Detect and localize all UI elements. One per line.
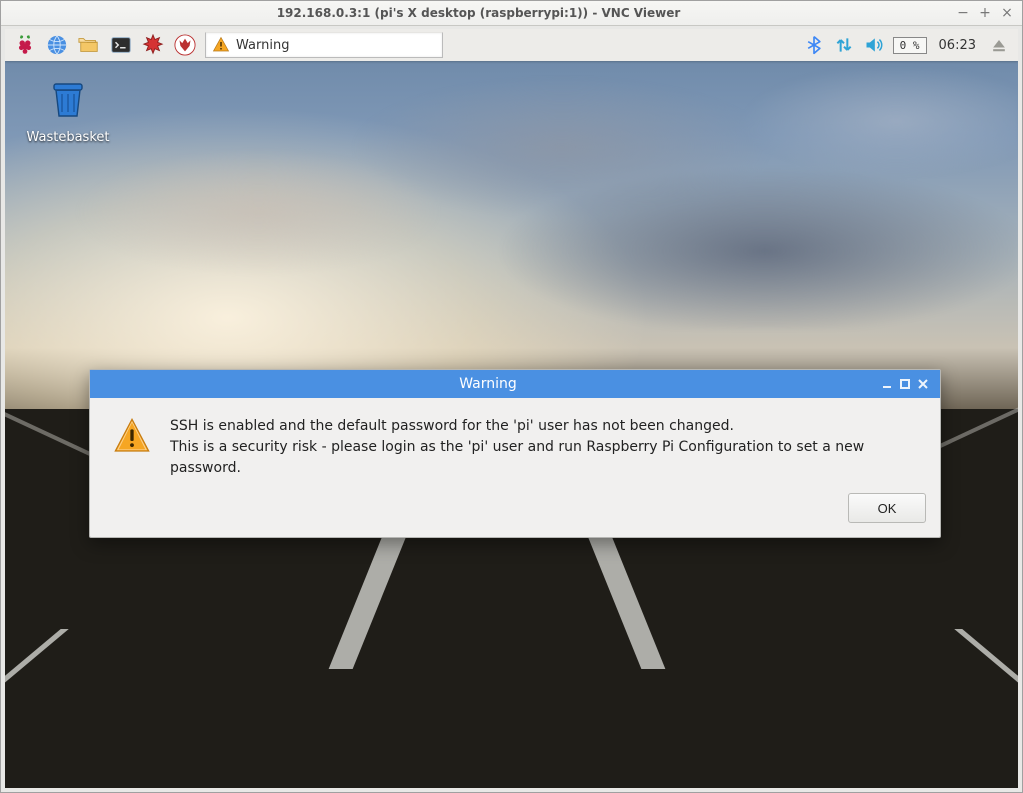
taskbar-entry-warning[interactable]: Warning	[205, 32, 443, 58]
folder-icon	[78, 34, 100, 56]
wolf-icon	[174, 34, 196, 56]
spiky-star-icon	[142, 34, 164, 56]
eject-icon	[989, 35, 1009, 55]
claws-mail-launcher[interactable]	[173, 33, 197, 57]
dialog-title: Warning	[98, 376, 878, 392]
eject-tray[interactable]	[988, 34, 1010, 56]
globe-icon	[46, 34, 68, 56]
vnc-maximize-button[interactable]: +	[976, 5, 994, 21]
dialog-titlebar[interactable]: Warning	[90, 370, 940, 398]
remote-desktop: Warning 0 % 06	[5, 29, 1018, 788]
bluetooth-icon	[804, 35, 824, 55]
vnc-titlebar: 192.168.0.3:1 (pi's X desktop (raspberry…	[1, 1, 1022, 26]
file-manager-launcher[interactable]	[77, 33, 101, 57]
desktop-icon-wastebasket[interactable]: Wastebasket	[23, 74, 113, 145]
speaker-icon	[864, 35, 884, 55]
dialog-body: SSH is enabled and the default password …	[90, 398, 940, 493]
dialog-message-line1: SSH is enabled and the default password …	[170, 416, 918, 437]
taskbar-entry-label: Warning	[236, 38, 289, 53]
wolfram-launcher[interactable]	[141, 33, 165, 57]
trash-icon	[44, 74, 92, 122]
network-tray[interactable]	[833, 34, 855, 56]
terminal-icon	[110, 34, 132, 56]
warning-icon	[112, 416, 152, 479]
raspberry-menu-button[interactable]	[13, 33, 37, 57]
warning-dialog: Warning	[89, 369, 941, 538]
dialog-message: SSH is enabled and the default password …	[170, 416, 918, 479]
terminal-launcher[interactable]	[109, 33, 133, 57]
dialog-message-line2: This is a security risk - please login a…	[170, 437, 918, 479]
ok-button[interactable]: OK	[848, 493, 926, 523]
desktop-icon-label: Wastebasket	[23, 130, 113, 145]
vnc-minimize-button[interactable]: −	[954, 5, 972, 21]
network-updown-icon	[834, 35, 854, 55]
vnc-viewer-window: 192.168.0.3:1 (pi's X desktop (raspberry…	[0, 0, 1023, 793]
volume-tray[interactable]	[863, 34, 885, 56]
dialog-button-row: OK	[90, 493, 940, 537]
dialog-maximize-button[interactable]	[896, 375, 914, 393]
clock[interactable]: 06:23	[935, 38, 980, 53]
vnc-close-button[interactable]: ×	[998, 5, 1016, 21]
warning-icon	[212, 36, 230, 54]
taskbar-panel: Warning 0 % 06	[5, 29, 1018, 61]
bluetooth-tray[interactable]	[803, 34, 825, 56]
web-browser-launcher[interactable]	[45, 33, 69, 57]
vnc-window-title: 192.168.0.3:1 (pi's X desktop (raspberry…	[7, 6, 950, 20]
dialog-close-button[interactable]	[914, 375, 932, 393]
dialog-minimize-button[interactable]	[878, 375, 896, 393]
raspberry-icon	[14, 34, 36, 56]
cpu-usage-indicator[interactable]: 0 %	[893, 37, 927, 54]
